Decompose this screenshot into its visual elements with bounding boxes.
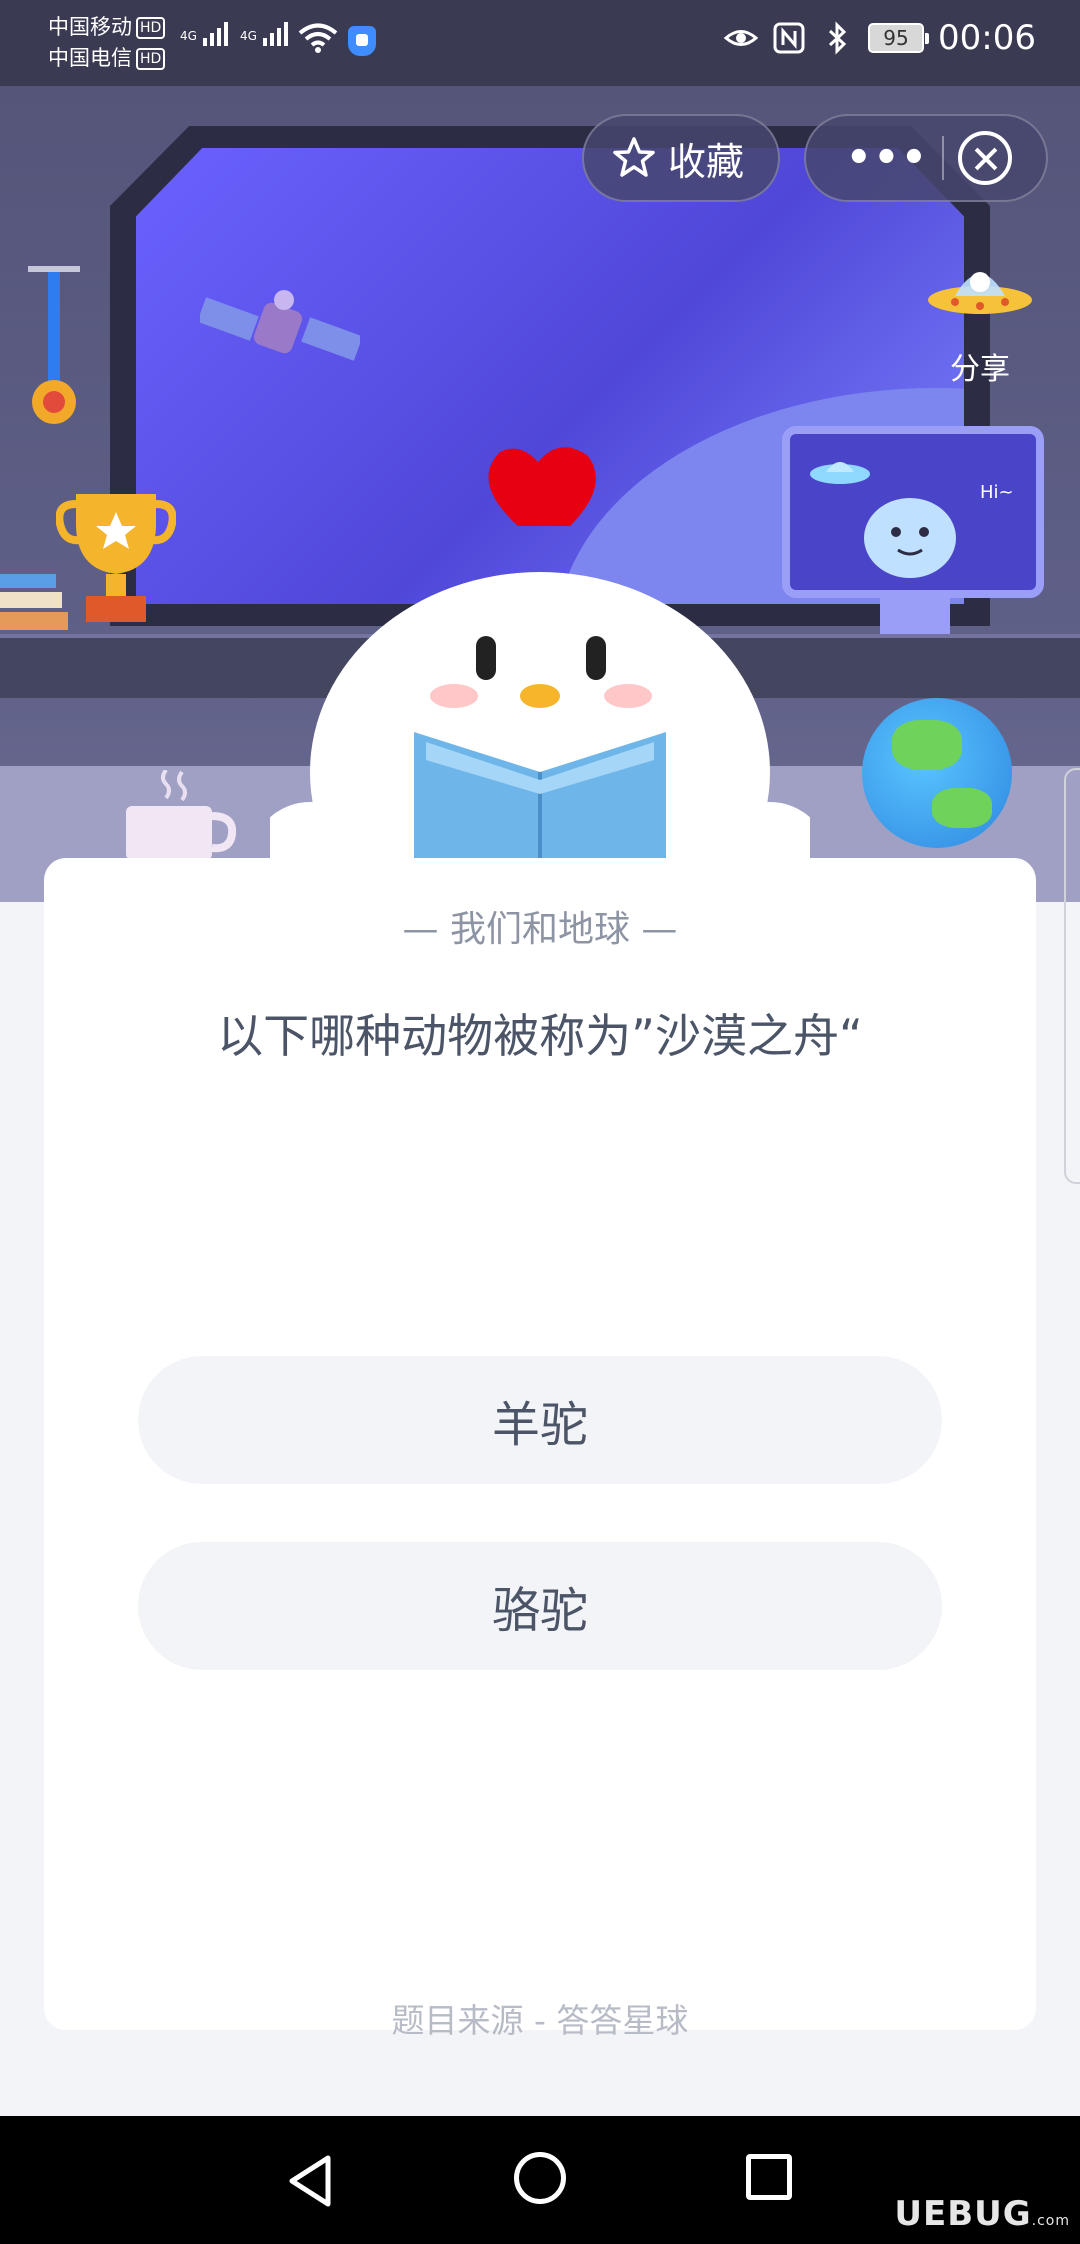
status-right: 95 00:06 [724, 18, 1036, 58]
security-shield-icon [348, 26, 376, 56]
more-button[interactable]: ••• [846, 135, 929, 181]
signal-icon-2: 4G [240, 22, 288, 46]
carrier-info: 中国移动 HD 中国电信 HD [48, 12, 166, 74]
home-icon[interactable] [514, 2152, 566, 2204]
share-label: 分享 [950, 352, 1010, 387]
medal-icon [28, 266, 80, 424]
carrier-2-label: 中国电信 [48, 46, 132, 70]
star-icon [613, 137, 655, 177]
satellite-icon [200, 290, 360, 361]
ufo-icon [928, 272, 1032, 314]
favorite-button[interactable]: 收藏 [582, 114, 780, 202]
mascot-chicken-illustration [270, 447, 810, 902]
nfc-icon [773, 22, 805, 54]
battery-indicator: 95 [868, 23, 930, 53]
trophy-icon [56, 494, 176, 622]
carrier-1-label: 中国移动 [48, 15, 132, 39]
side-drawer-handle[interactable] [1064, 768, 1080, 1184]
answer-option-2-label: 骆驼 [491, 1583, 588, 1639]
coffee-mug-icon [126, 770, 236, 860]
answer-option-2[interactable]: 骆驼 [138, 1542, 942, 1670]
favorite-label: 收藏 [668, 139, 745, 184]
capsule-menu: ••• [804, 114, 1048, 202]
header-illustration: 收藏 ••• 分享 Hi~ [0, 86, 1080, 902]
back-icon[interactable] [286, 2154, 334, 2208]
network-type-2: 4G [240, 29, 257, 43]
monitor-stand [880, 598, 950, 634]
watermark-logo: UEBUG.com [894, 2194, 1070, 2234]
question-card: — 我们和地球 — 以下哪种动物被称为”沙漠之舟“ 羊驼 骆驼 题目来源 - 答… [44, 858, 1036, 2040]
answer-option-1-label: 羊驼 [491, 1397, 588, 1453]
status-bar: 中国移动 HD 中国电信 HD 4G 4G 95 00:06 [0, 0, 1080, 86]
question-text: 以下哪种动物被称为”沙漠之舟“ [217, 1009, 863, 1063]
wifi-icon [298, 23, 338, 53]
earth-globe-icon [862, 698, 1012, 848]
monitor-illustration: Hi~ [782, 426, 1044, 598]
capsule-divider [942, 136, 945, 180]
network-type-1: 4G [180, 29, 197, 43]
question-source: 题目来源 - 答答星球 [391, 2001, 689, 2040]
hd-badge-2: HD [136, 48, 166, 70]
system-nav-bar: UEBUG.com [0, 2116, 1080, 2244]
books-icon [0, 574, 68, 630]
hd-badge-1: HD [136, 17, 166, 39]
signal-icon-1: 4G [180, 22, 228, 46]
share-button[interactable]: 分享 [920, 256, 1040, 388]
alien-icon: Hi~ [810, 462, 1014, 578]
recent-apps-icon[interactable] [746, 2154, 792, 2200]
eye-comfort-icon [724, 30, 759, 46]
answer-option-1[interactable]: 羊驼 [138, 1356, 942, 1484]
category-label: — 我们和地球 — [402, 909, 678, 950]
bluetooth-icon [828, 21, 847, 55]
close-icon[interactable] [957, 131, 1012, 185]
svg-text:Hi~: Hi~ [980, 482, 1014, 503]
clock: 00:06 [938, 18, 1036, 58]
